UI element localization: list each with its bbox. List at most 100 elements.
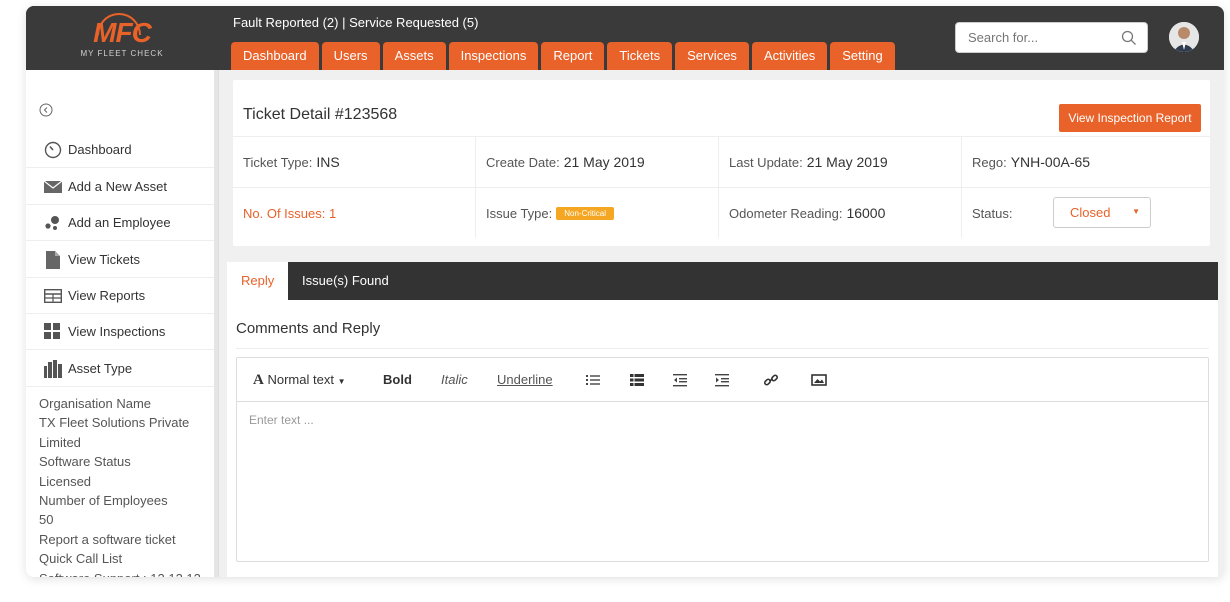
sidebar-item-label: Add a New Asset	[68, 179, 167, 194]
dashboard-gauge-icon	[44, 141, 62, 159]
sidebar-item-asset-type[interactable]: Asset Type	[26, 351, 218, 387]
document-icon	[44, 250, 62, 269]
fault-summary[interactable]: Fault Reported (2) | Service Requested (…	[233, 15, 478, 30]
report-software-ticket-link[interactable]: Report a software ticket	[39, 530, 214, 549]
bullet-list-icon[interactable]	[585, 372, 601, 388]
issue-type-label: Issue Type:	[486, 205, 553, 221]
logo[interactable]: MFC MY FLEET CHECK	[26, 6, 218, 70]
org-info-line: Organisation Name	[39, 396, 151, 411]
sidebar-item-add-asset[interactable]: Add a New Asset	[26, 169, 218, 205]
status-label: Status:	[972, 205, 1013, 221]
sidebar-item-view-reports[interactable]: View Reports	[26, 278, 218, 314]
org-info-line: Software Status	[39, 454, 131, 470]
page-title: Ticket Detail #123568	[243, 106, 398, 123]
tab-reply[interactable]: Reply	[227, 262, 289, 300]
reply-text-area[interactable]: Enter text ...	[237, 403, 1208, 561]
avatar[interactable]	[1169, 22, 1199, 52]
view-inspection-report-button[interactable]: View Inspection Report	[1059, 104, 1201, 132]
sidebar-item-label: Asset Type	[68, 361, 133, 376]
last-update-field: Last Update: 21 May 2019	[719, 137, 962, 187]
status-dropdown[interactable]: Closed ▼	[1053, 197, 1151, 228]
divider	[236, 348, 1209, 349]
rego-field: Rego: YNH-00A-65	[962, 137, 1210, 187]
ticket-detail-card: Ticket Detail #123568 View Inspection Re…	[233, 80, 1210, 246]
ticket-type-label: Ticket Type:	[243, 154, 313, 170]
sidebar-item-label: Dashboard	[68, 142, 132, 157]
sidebar-item-label: View Tickets	[68, 252, 141, 267]
search-icon[interactable]	[1121, 30, 1137, 46]
nav-activities[interactable]: Activities	[751, 42, 828, 70]
nav-report[interactable]: Report	[541, 42, 605, 70]
link-icon[interactable]	[763, 372, 779, 388]
bold-button[interactable]: Bold	[383, 372, 412, 388]
ticket-type-value: INS	[316, 154, 340, 170]
library-icon	[44, 359, 62, 378]
font-icon: A	[253, 372, 264, 388]
logo-tagline: MY FLEET CHECK	[80, 48, 164, 58]
org-info-line: Licensed	[39, 473, 92, 489]
image-icon[interactable]	[811, 372, 827, 388]
org-info-line: Software Support : 12 12 12	[39, 569, 214, 577]
odometer-value: 16000	[846, 205, 886, 221]
rego-value: YNH-00A-65	[1010, 154, 1091, 170]
org-info-line: 50	[39, 512, 54, 528]
envelope-icon	[44, 178, 62, 196]
outdent-icon[interactable]	[672, 372, 688, 388]
ticket-type-field: Ticket Type: INS	[233, 137, 476, 187]
rego-label: Rego:	[972, 154, 1007, 170]
status-value: Closed	[1070, 205, 1111, 220]
italic-button[interactable]: Italic	[441, 372, 468, 388]
odometer-label: Odometer Reading:	[729, 205, 843, 221]
detail-tabs: Reply Issue(s) Found	[227, 262, 1218, 300]
caret-down-icon: ▼	[1132, 207, 1140, 216]
comments-heading: Comments and Reply	[236, 320, 381, 337]
issues-count: No. Of Issues: 1	[233, 188, 476, 238]
organisation-info: Organisation Name TX Fleet Solutions Pri…	[39, 394, 214, 577]
reply-panel: Comments and Reply A Normal text ▼ Bold …	[227, 300, 1218, 577]
nav-assets[interactable]: Assets	[382, 42, 446, 70]
text-format-dropdown[interactable]: A Normal text ▼	[253, 372, 345, 388]
nav-tickets[interactable]: Tickets	[607, 42, 673, 70]
nav-services[interactable]: Services	[675, 42, 749, 70]
search-box	[955, 22, 1148, 53]
sidebar: Dashboard Add a New Asset Add an Employe…	[26, 70, 219, 577]
sidebar-scrollbar[interactable]	[214, 70, 218, 577]
sidebar-item-label: View Inspections	[68, 324, 166, 339]
sidebar-item-label: Add an Employee	[68, 215, 171, 230]
editor-toolbar: A Normal text ▼ Bold Italic Underline	[237, 358, 1208, 402]
indent-icon[interactable]	[714, 372, 730, 388]
nav-setting[interactable]: Setting	[830, 42, 895, 70]
numbered-list-icon[interactable]	[629, 372, 645, 388]
create-date-field: Create Date: 21 May 2019	[476, 137, 719, 187]
org-info-line: Limited	[39, 434, 81, 450]
editor-placeholder: Enter text ...	[249, 413, 314, 427]
logo-mark: MFC	[93, 12, 152, 47]
quick-call-list-link[interactable]: Quick Call List	[39, 549, 214, 568]
sidebar-item-label: View Reports	[68, 288, 146, 303]
nav-users[interactable]: Users	[321, 42, 380, 70]
sidebar-item-view-tickets[interactable]: View Tickets	[26, 242, 218, 278]
text-format-label: Normal text	[267, 372, 334, 387]
rich-text-editor: A Normal text ▼ Bold Italic Underline En…	[236, 357, 1209, 562]
create-date-value: 21 May 2019	[563, 154, 645, 170]
sidebar-item-add-employee[interactable]: Add an Employee	[26, 205, 218, 241]
tab-issues-found[interactable]: Issue(s) Found	[288, 262, 403, 300]
sidebar-item-dashboard[interactable]: Dashboard	[26, 132, 218, 168]
last-update-label: Last Update:	[729, 154, 803, 170]
issue-type-badge: Non-Critical	[556, 206, 615, 220]
nav-dashboard[interactable]: Dashboard	[231, 42, 319, 70]
caret-down-icon: ▼	[337, 377, 346, 386]
underline-button[interactable]: Underline	[497, 372, 553, 388]
nav-inspections[interactable]: Inspections	[448, 42, 539, 70]
app-window: MFC MY FLEET CHECK Fault Reported (2) | …	[26, 6, 1224, 577]
org-info-line: TX Fleet Solutions Private	[39, 415, 190, 431]
collapse-sidebar-icon[interactable]	[39, 103, 53, 117]
users-icon	[44, 214, 62, 232]
last-update-value: 21 May 2019	[806, 154, 888, 170]
create-date-label: Create Date:	[486, 154, 560, 170]
ticket-info-row: Ticket Type: INS Create Date: 21 May 201…	[233, 136, 1210, 187]
search-input[interactable]	[956, 23, 1106, 52]
grid-icon	[44, 322, 62, 341]
sidebar-item-view-inspections[interactable]: View Inspections	[26, 314, 218, 350]
ticket-status-row: No. Of Issues: 1 Issue Type: Non-Critica…	[233, 187, 1210, 238]
